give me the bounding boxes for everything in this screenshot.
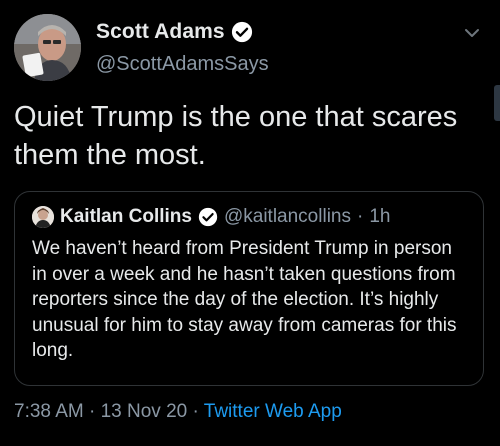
quoted-tweet-card[interactable]: Kaitlan Collins @kaitlancollins · 1h We … [14,191,484,386]
tweet: Scott Adams @ScottAdamsSays Quiet Trump … [0,0,500,446]
quoted-author-avatar [32,206,54,228]
author-name-row: Scott Adams [96,20,253,44]
author-avatar-image [14,14,81,81]
quoted-header-separator: · [356,206,364,227]
footer-separator: · [192,401,199,422]
tweet-footer: 7:38 AM · 13 Nov 20 · Twitter Web App [14,401,342,423]
author-avatar[interactable] [14,14,81,81]
verified-badge-icon [198,207,218,227]
tweet-source-link[interactable]: Twitter Web App [204,401,342,422]
quoted-tweet-text: We haven’t heard from President Trump in… [32,238,457,361]
scrollbar-thumb[interactable] [494,85,500,121]
chevron-down-icon[interactable] [462,26,482,40]
author-handle[interactable]: @ScottAdamsSays [96,53,269,76]
footer-separator: · [89,401,96,422]
quoted-tweet-time: 1h [369,206,391,227]
verified-badge-icon [231,21,253,43]
tweet-text: Quiet Trump is the one that scares them … [14,101,458,171]
tweet-time[interactable]: 7:38 AM [14,401,84,422]
author-display-name[interactable]: Scott Adams [96,20,225,44]
quoted-tweet-header: Kaitlan Collins @kaitlancollins · 1h [32,206,390,228]
quoted-author-name: Kaitlan Collins [60,206,192,227]
tweet-date[interactable]: 13 Nov 20 [101,401,188,422]
quoted-author-handle: @kaitlancollins [223,206,351,227]
